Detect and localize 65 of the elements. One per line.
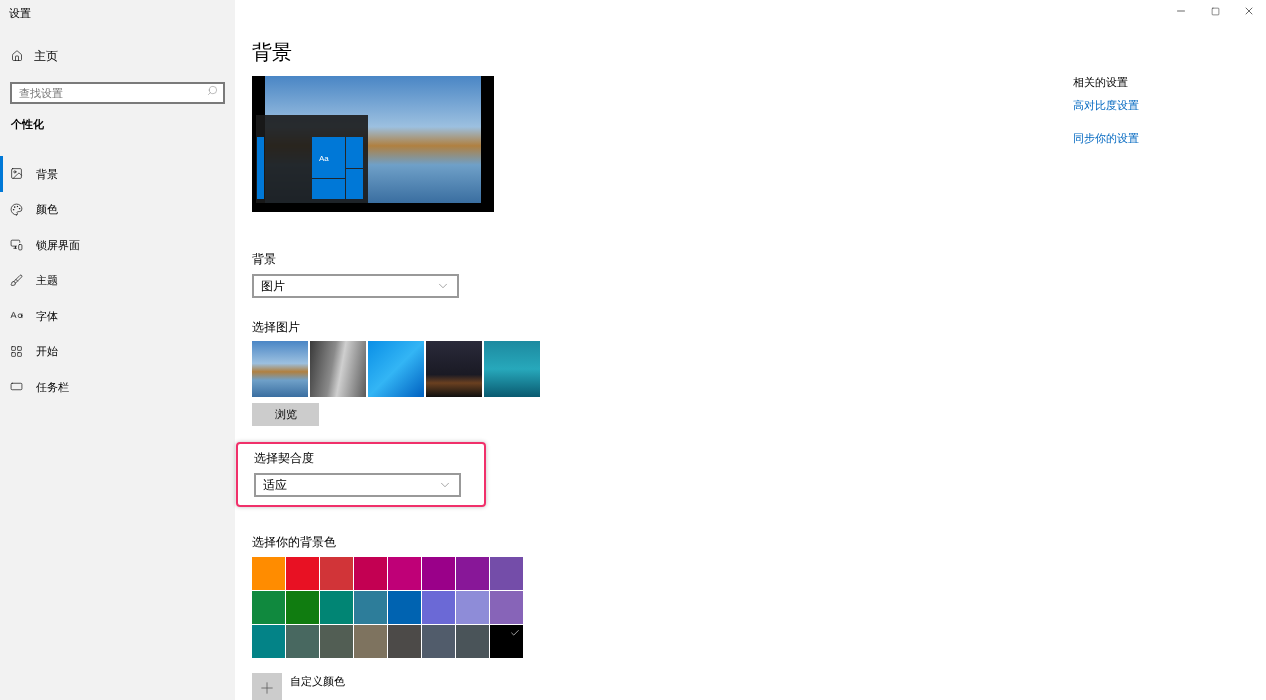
brush-icon [10, 273, 23, 287]
nav-item[interactable]: 颜色 [0, 191, 235, 227]
settings-link[interactable]: 同步你的设置 [1073, 130, 1139, 147]
color-swatch[interactable] [252, 625, 285, 658]
home-nav-item[interactable]: 主页 [0, 46, 235, 65]
window-title: 设置 [8, 6, 32, 21]
nav-item[interactable]: 开始 [0, 333, 235, 369]
field-label: 背景 [252, 251, 277, 268]
field-label: 选择图片 [252, 319, 301, 336]
wallpaper-thumbnail[interactable] [426, 341, 482, 397]
color-swatch[interactable] [422, 625, 455, 658]
color-swatch[interactable] [354, 557, 387, 590]
browse-button[interactable]: 浏览 [252, 403, 319, 426]
dropdown[interactable]: 图片 [252, 274, 459, 298]
field-label: 选择契合度 [254, 450, 315, 467]
tile-label: Aa [319, 153, 329, 165]
nav-item[interactable]: 锁屏界面 [0, 227, 235, 263]
check-icon [510, 628, 520, 638]
color-swatch[interactable] [422, 591, 455, 624]
settings-link[interactable]: 高对比度设置 [1073, 96, 1139, 113]
palette-icon [10, 202, 23, 216]
color-swatch[interactable] [252, 591, 285, 624]
search-icon [207, 84, 218, 96]
color-swatch[interactable] [320, 591, 353, 624]
section-heading: 个性化 [10, 116, 45, 132]
color-swatch[interactable] [252, 557, 285, 590]
close-icon [1243, 5, 1255, 17]
tiles-icon [10, 344, 23, 358]
nav-item[interactable]: 任务栏 [0, 369, 235, 405]
home-icon [11, 49, 23, 62]
wallpaper-thumbnail[interactable] [368, 341, 424, 397]
color-swatch[interactable] [490, 625, 523, 658]
color-swatch[interactable] [456, 591, 489, 624]
color-swatch[interactable] [286, 625, 319, 658]
color-swatch[interactable] [422, 557, 455, 590]
color-swatch[interactable] [388, 557, 421, 590]
search-field[interactable]: 查找设置 [10, 81, 225, 104]
page-title: 背景 [252, 40, 293, 65]
maximize-icon [1210, 6, 1220, 16]
color-swatch[interactable] [286, 591, 319, 624]
color-swatch[interactable] [354, 591, 387, 624]
color-swatch[interactable] [354, 625, 387, 658]
color-swatch[interactable] [286, 557, 319, 590]
picture-icon [10, 167, 23, 181]
add-color-button[interactable] [252, 673, 282, 700]
dropdown[interactable]: 适应 [254, 473, 461, 497]
wallpaper-thumbnail[interactable] [252, 341, 308, 397]
color-swatch[interactable] [320, 625, 353, 658]
nav-item[interactable]: 主题 [0, 262, 235, 298]
lock-screen-icon [10, 238, 23, 252]
color-swatch[interactable] [456, 625, 489, 658]
plus-icon [258, 679, 276, 697]
color-swatch[interactable] [320, 557, 353, 590]
color-swatch[interactable] [490, 591, 523, 624]
color-swatch[interactable] [490, 557, 523, 590]
field-label: 选择你的背景色 [252, 534, 337, 551]
related-heading: 相关的设置 [1073, 75, 1129, 90]
color-swatch[interactable] [388, 625, 421, 658]
nav-item[interactable]: 字体 [0, 298, 235, 334]
color-swatch[interactable] [388, 591, 421, 624]
wallpaper-thumbnail[interactable] [310, 341, 366, 397]
wallpaper-thumbnail[interactable] [484, 341, 540, 397]
color-swatch[interactable] [456, 557, 489, 590]
custom-color-label: 自定义颜色 [290, 674, 345, 689]
nav-item[interactable]: 背景 [0, 156, 235, 192]
